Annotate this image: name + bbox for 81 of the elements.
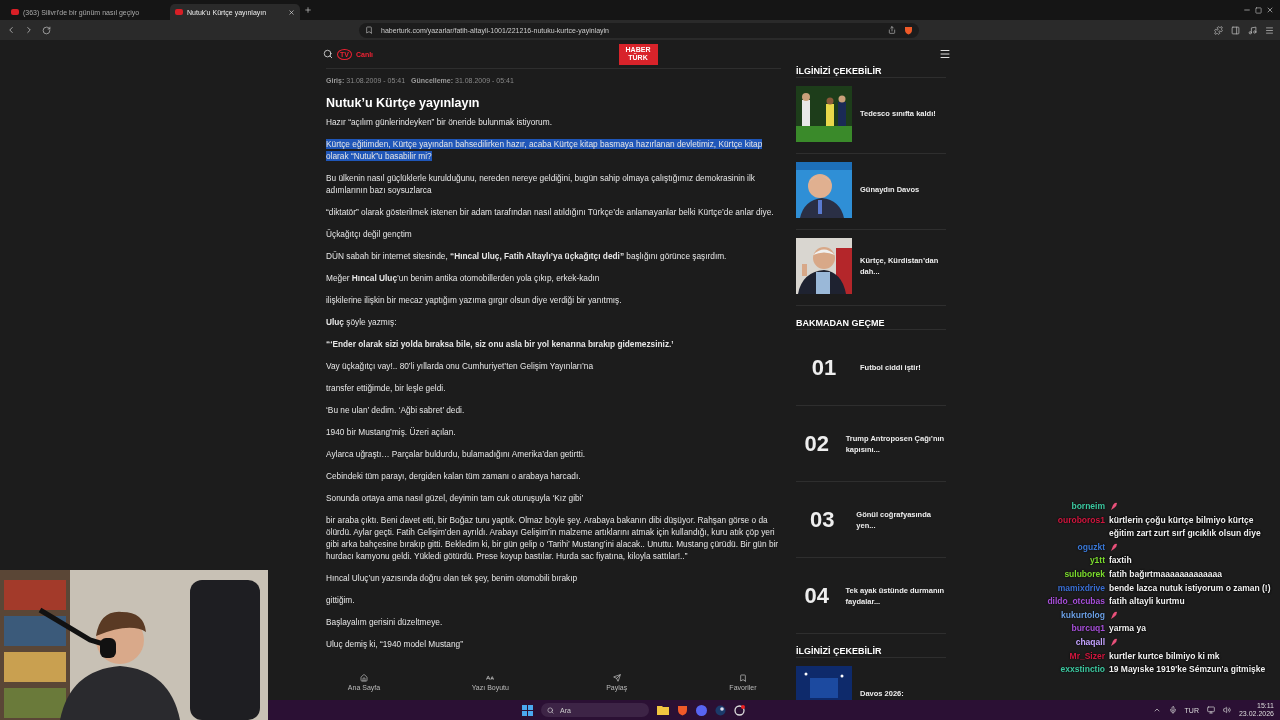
paragraph: bir araba çıktı. Beni davet etti, bir Boğaz turu yaptık. Olmaz böyle şey. Arabaya bakanın dibi düşüyor. Rahşan görse o da ölürdü. Aylar geçti. Fatih Gelişim’den ayrıldı. Arabayı Gelişim’in malzeme artıklarını atmak için kullandığı, kuru atık çöp yeri gibi arka bahçesine bırakıp gitti. Bekledim ki, bir gün gelip o ‘Tarihi’ Mustang’ini alacak.. Unuttu. Mustang çürüdü. Bir gün bir hurdacı kamyonu geldi. Yükledi götürdü. Prese koyup bastılar. Hurda sac fiyatına, kiloyla sattılar!..” xyxy=(326,514,780,562)
shield-icon[interactable] xyxy=(904,25,913,35)
chat-username: suluborek xyxy=(1063,567,1105,581)
paragraph: gittiğim. xyxy=(326,594,356,606)
section-title: BAKMADAN GEÇME xyxy=(796,316,946,330)
chat-message: kürtlerin çoğu kürtçe bilmiyo kürtçe eğitim zart zurt sırf gıcıklık olsun diye xyxy=(1109,513,1262,541)
paragraph: Hıncal Uluç’un yazısında doğru olan tek şey, benim otomobili bırakıp xyxy=(326,572,579,584)
home-icon xyxy=(360,674,368,682)
paragraph: Aylarca uğraştı… Parçalar buldurdu, bulamadığını Amerika’dan getirtti. xyxy=(326,448,587,460)
emote-icon xyxy=(1109,610,1118,620)
paragraph: Cebindeki tüm parayı, dergiden kalan tüm zamanı o arabaya harcadı. xyxy=(326,470,582,482)
paragraph: Vay üçkağıtçı vay!.. 80’li yıllarda onu Cumhuriyet’ten Gelişim Yayınları’na xyxy=(326,360,594,372)
paragraph: transfer ettiğimde, bir leşle geldi. xyxy=(326,382,447,394)
chat-username: exxstinctio xyxy=(1059,663,1105,677)
emote-icon xyxy=(1109,637,1118,647)
shield-icon[interactable] xyxy=(677,704,688,716)
forward-icon[interactable] xyxy=(24,25,34,35)
paragraph: Uluç demiş ki, “1940 model Mustang” xyxy=(326,638,464,650)
close-icon[interactable] xyxy=(1266,6,1274,14)
section-title: İLGİNİZİ ÇEKEBİLİR xyxy=(796,64,946,78)
new-tab-icon[interactable] xyxy=(304,6,312,14)
chat-username: ouroboros1 xyxy=(1056,513,1105,527)
chat-message: fatih bağırtmaaaaaaaaaaaaa xyxy=(1109,567,1223,581)
windows-icon[interactable] xyxy=(522,704,533,716)
section-title: İLGİNİZİ ÇEKEBİLİR xyxy=(796,644,946,658)
chat-app-icon[interactable] xyxy=(696,704,707,716)
bookmark-icon xyxy=(739,674,747,682)
paragraph: ilişkilerine ilişkin bir mecaz yaptığım yazıma gırgır olsun diye verdiği bir yanıtmış. xyxy=(326,294,623,306)
sidebar-icon[interactable] xyxy=(1231,25,1240,35)
monitor-icon[interactable] xyxy=(1206,706,1215,714)
chat-username: kukurtolog xyxy=(1060,608,1105,622)
chat-message: fatih altayli kurtmu xyxy=(1109,595,1186,609)
chat-message: 19 Mayıske 1919'ke Sémzun'a gitmişke xyxy=(1109,663,1267,677)
emote-icon xyxy=(1109,502,1118,511)
volume-icon[interactable] xyxy=(1222,706,1231,714)
paragraph: Kürtçe eğitimden, Kürtçe yayından bahsedilirken hazır, acaba Kürtçe kitap basmaya hazırlanan devletimiz, Kürtçe kitap olarak “Nutuk”u basabilir mi? xyxy=(326,138,764,162)
search-icon[interactable] xyxy=(547,706,554,714)
chat-username: burcuq1 xyxy=(1070,622,1105,636)
chat-message: kurtler kurtce bilmiyo ki mk xyxy=(1109,649,1221,663)
chat-username: borneim xyxy=(1070,500,1105,513)
menu-icon[interactable] xyxy=(939,48,951,60)
emote-icon xyxy=(1109,542,1118,552)
favicon-icon xyxy=(175,9,183,15)
chat-username: Mr_Sizer xyxy=(1068,649,1105,663)
app-icon[interactable] xyxy=(734,704,745,716)
reload-icon[interactable] xyxy=(42,25,51,35)
chat-message: faxtih xyxy=(1109,554,1133,568)
chat-username: mamixdrive xyxy=(1056,581,1105,595)
text-size-icon xyxy=(486,674,495,682)
article-title: Nutuk’u Kürtçe yayınlayın xyxy=(326,96,481,110)
chat-message: yarma ya xyxy=(1109,622,1147,636)
chat-username: dildo_otcubas xyxy=(1046,595,1105,609)
chevron-up-icon[interactable] xyxy=(1152,706,1161,714)
share-icon[interactable] xyxy=(888,26,896,34)
bookmark-icon[interactable] xyxy=(365,26,373,34)
paragraph: Uluç şöyle yazmış: xyxy=(326,316,398,328)
maximize-icon[interactable] xyxy=(1255,6,1262,14)
paragraph: “diktatör” olarak gösterilmek istenen bir adam tarafından nasıl atıldığını Türkçe’de anlamayanlar belki Kürtçe’de anlar diye. xyxy=(326,206,775,218)
favicon-icon xyxy=(11,9,19,15)
chat-message: bende lazca nutuk istiyorum o zaman (!) xyxy=(1109,581,1272,595)
chat-username: chaqall xyxy=(1074,635,1105,649)
paragraph: Hazır “açılım günlerindeyken” bir öneride bulunmak istiyorum. xyxy=(326,116,553,128)
search-icon[interactable] xyxy=(323,49,333,59)
microphone-icon[interactable] xyxy=(1168,706,1177,714)
paragraph: Üçkağıtçı değil gençtim xyxy=(326,228,413,240)
send-icon xyxy=(612,674,621,682)
paragraph: Meğer Hıncal Uluç’un benim antika otomobillerden yola çıkıp, erkek-kadın xyxy=(326,272,601,284)
paragraph: Bu ülkenin nasıl güçlüklerle kurulduğunu, nereden nereye geldiğini, bugün sahip olmaya çalıştığımız demokrasinin ilk adımlarının bazı soysuzlarca xyxy=(326,172,756,196)
puzzle-icon[interactable] xyxy=(1214,25,1223,35)
back-icon[interactable] xyxy=(6,25,16,35)
steam-icon[interactable] xyxy=(715,704,726,716)
paragraph: DÜN sabah bir internet sitesinde, “Hıncal Uluç, Fatih Altaylı’ya üçkağıtçı dedi” başlığını görünce şaşırdım. xyxy=(326,250,728,262)
music-icon[interactable] xyxy=(1248,25,1257,35)
chat-username: oguzkt xyxy=(1076,540,1105,554)
paragraph: Sonunda ortaya ama nasıl güzel, deyimin tam cuk oturuşuyla ‘Kız gibi’ xyxy=(326,492,585,504)
paragraph: ‘Bu ne ulan’ dedim. ‘Ağbi sabret’ dedi. xyxy=(326,404,466,416)
paragraph: Başlayalım gerisini düzeltmeye. xyxy=(326,616,444,628)
folder-icon[interactable] xyxy=(657,705,669,715)
paragraph: “‘Ender olarak sizi yolda bıraksa bile, siz onu asla bir yol kenarına bırakıp gidemezsiniz.’ xyxy=(326,338,675,350)
paragraph: 1940 bir Mustang’miş. Üzeri açılan. xyxy=(326,426,457,438)
chat-username: y1tt xyxy=(1088,554,1105,568)
